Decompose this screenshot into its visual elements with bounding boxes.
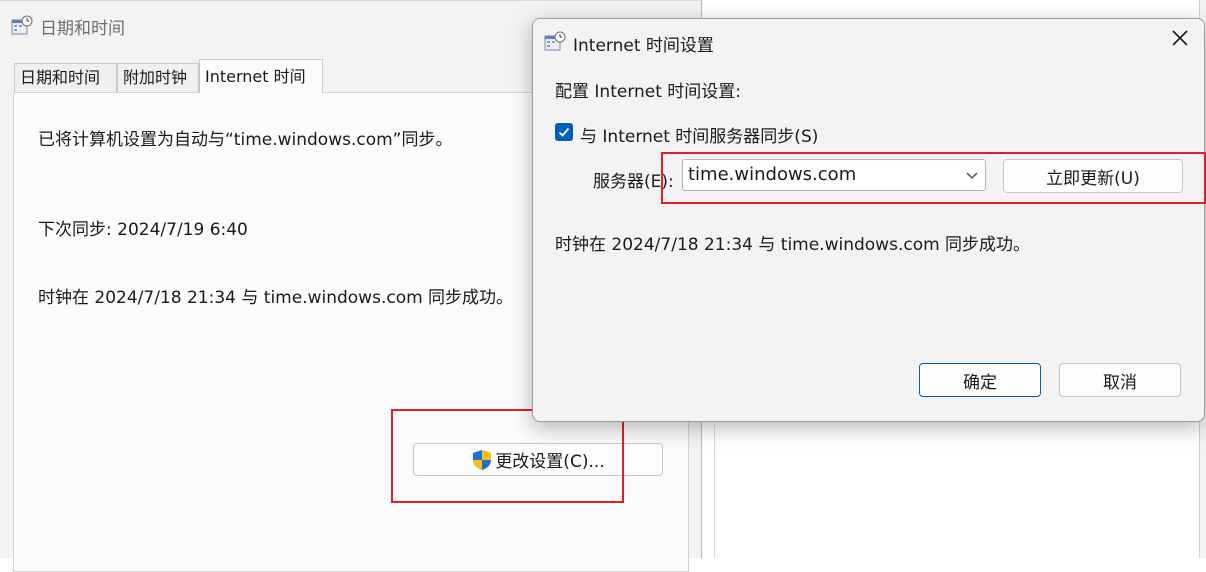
dialog-title: Internet 时间设置	[573, 36, 714, 56]
sync-checkbox-label[interactable]: 与 Internet 时间服务器同步(S)	[580, 122, 818, 147]
clock-calendar-icon	[544, 31, 566, 53]
highlight-box-change-settings	[391, 409, 624, 503]
tab-internet-time[interactable]: Internet 时间	[199, 59, 323, 93]
internet-time-dialog: Internet 时间设置 配置 Internet 时间设置: 与 Intern…	[532, 18, 1205, 422]
sync-result-text: 时钟在 2024/7/18 21:34 与 time.windows.com 同…	[555, 235, 1031, 255]
cancel-button[interactable]: 取消	[1059, 363, 1181, 397]
sync-status-text: 已将计算机设置为自动与“time.windows.com”同步。	[38, 130, 453, 150]
tab-additional-clocks[interactable]: 附加时钟	[117, 63, 199, 92]
close-icon[interactable]	[1169, 27, 1191, 55]
sync-checkbox[interactable]	[555, 123, 573, 141]
background-divider	[714, 425, 715, 558]
ok-button[interactable]: 确定	[919, 363, 1041, 397]
window-title: 日期和时间	[40, 19, 125, 39]
clock-calendar-icon	[11, 15, 33, 37]
dialog-heading: 配置 Internet 时间设置:	[555, 82, 742, 102]
tab-date-time[interactable]: 日期和时间	[14, 63, 117, 92]
checkmark-icon	[557, 125, 571, 139]
highlight-box-server-row	[661, 152, 1206, 204]
last-sync-text: 时钟在 2024/7/18 21:34 与 time.windows.com 同…	[38, 288, 514, 308]
next-sync-text: 下次同步: 2024/7/19 6:40	[38, 220, 248, 240]
